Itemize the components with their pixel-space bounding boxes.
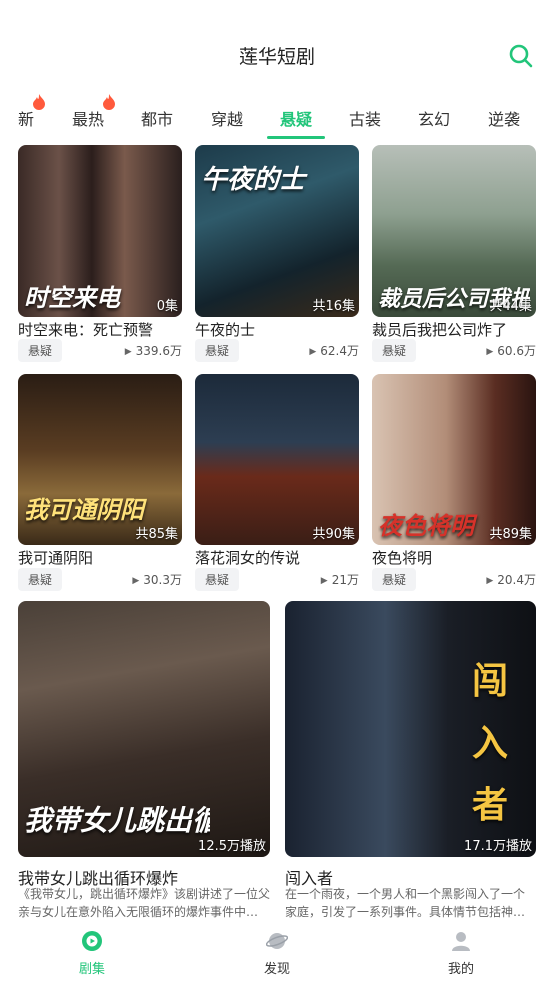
play-count: 21万 [321, 571, 359, 588]
flame-icon [33, 94, 46, 110]
drama-card[interactable]: 夜色将明 共89集 夜色将明 悬疑 20.4万 [372, 374, 536, 591]
drama-card[interactable]: 裁员后公司我把炸 共44集 裁员后我把公司炸了 悬疑 60.6万 [372, 145, 536, 362]
poster-image: 共90集 [195, 374, 359, 545]
header: 莲华短剧 [0, 0, 554, 92]
tab-comeback[interactable]: 逆袭 [488, 106, 520, 130]
nav-profile[interactable]: 我的 [421, 930, 501, 977]
poster-image: 裁员后公司我把炸 共44集 [372, 145, 536, 317]
episode-count: 共16集 [312, 299, 355, 314]
episode-count: 共44集 [489, 299, 532, 314]
episode-count: 共89集 [489, 527, 532, 542]
genre-tag: 悬疑 [195, 568, 240, 591]
tab-fantasy[interactable]: 玄幻 [418, 106, 450, 130]
episode-count: 共85集 [135, 527, 178, 542]
play-count: 60.6万 [486, 342, 536, 359]
play-count: 339.6万 [125, 342, 182, 359]
tab-label: 最热 [72, 110, 105, 129]
episode-count: 0集 [156, 299, 178, 314]
poster-image: 我可通阴阳 共85集 [18, 374, 182, 545]
tab-new[interactable]: 新 [18, 94, 46, 130]
nav-discover[interactable]: 发现 [237, 930, 317, 977]
drama-card[interactable]: 共90集 落花洞女的传说 悬疑 21万 [195, 374, 359, 591]
featured-card[interactable]: 闯入者 17.1万播放 闯入者 在一个雨夜，一个男人和一个黑影闯入了一个家庭，引… [285, 601, 536, 923]
poster-title: 我可通阴阳 [24, 496, 144, 524]
play-count: 12.5万播放 [198, 839, 266, 854]
poster-image: 闯入者 17.1万播放 [285, 601, 536, 857]
drama-title: 我可通阴阳 [18, 549, 94, 567]
drama-description: 《我带女儿，跳出循环爆炸》该剧讲述了一位父亲与女儿在意外陷入无限循环的爆炸事件中… [18, 887, 270, 919]
tab-costume[interactable]: 古装 [349, 106, 381, 130]
planet-icon [266, 933, 288, 949]
nav-label: 发现 [263, 962, 290, 977]
drama-title: 裁员后我把公司炸了 [372, 321, 508, 339]
poster-title: 午夜的士 [201, 165, 306, 195]
genre-tag: 悬疑 [18, 568, 63, 591]
poster-title: 时空来电 [24, 284, 120, 312]
genre-tag: 悬疑 [372, 568, 417, 591]
drama-title: 夜色将明 [372, 549, 433, 567]
tab-time-travel[interactable]: 穿越 [211, 106, 243, 130]
play-count: 20.4万 [486, 571, 536, 588]
genre-tag: 悬疑 [372, 339, 417, 362]
search-icon[interactable] [508, 43, 534, 69]
poster-image: 夜色将明 共89集 [372, 374, 536, 545]
poster-image: 午夜的士 共16集 [195, 145, 359, 317]
play-circle-icon [82, 931, 102, 951]
poster-image: 时空来电 0集 [18, 145, 182, 317]
drama-description: 在一个雨夜，一个男人和一个黑影闯入了一个家庭，引发了一系列事件。具体情节包括神秘… [285, 887, 526, 919]
drama-card[interactable]: 时空来电 0集 时空来电：死亡预警 悬疑 339.6万 [18, 145, 182, 362]
tab-label: 新 [18, 110, 35, 129]
episode-count: 共90集 [312, 527, 355, 542]
tab-hottest[interactable]: 最热 [72, 94, 116, 130]
flame-icon [103, 94, 116, 110]
poster-title: 闯入者 [472, 661, 509, 826]
bottom-nav: 剧集 发现 我的 [0, 924, 554, 984]
drama-title: 时空来电：死亡预警 [18, 321, 154, 339]
nav-label: 我的 [447, 962, 474, 977]
nav-label: 剧集 [78, 962, 105, 977]
poster-image: 我带女儿跳出循环 12.5万播放 [18, 601, 270, 857]
featured-card[interactable]: 我带女儿跳出循环 12.5万播放 我带女儿跳出循环爆炸 《我带女儿，跳出循环爆炸… [18, 601, 270, 923]
play-count: 30.3万 [132, 571, 182, 588]
drama-card[interactable]: 午夜的士 共16集 午夜的士 悬疑 62.4万 [195, 145, 359, 362]
tab-suspense[interactable]: 悬疑 [280, 106, 312, 130]
category-tabs: 新 最热 都市 穿越 悬疑 古装 玄幻 逆袭 [0, 92, 554, 142]
drama-title: 午夜的士 [195, 321, 256, 339]
drama-title: 落花洞女的传说 [195, 549, 301, 567]
poster-title: 我带女儿跳出循环 [24, 804, 210, 837]
play-count: 62.4万 [309, 342, 359, 359]
nav-series[interactable]: 剧集 [52, 930, 132, 977]
tab-urban[interactable]: 都市 [141, 106, 173, 130]
user-icon [452, 932, 470, 951]
app-root: 莲华短剧 新 最热 都市 穿越 悬疑 古装 玄幻 逆袭 时空来电 0集 时空来电… [0, 0, 554, 984]
genre-tag: 悬疑 [18, 339, 63, 362]
drama-card[interactable]: 我可通阴阳 共85集 我可通阴阳 悬疑 30.3万 [18, 374, 182, 591]
app-title: 莲华短剧 [238, 46, 315, 68]
genre-tag: 悬疑 [195, 339, 240, 362]
active-tab-indicator [267, 136, 325, 139]
play-count: 17.1万播放 [464, 839, 532, 854]
